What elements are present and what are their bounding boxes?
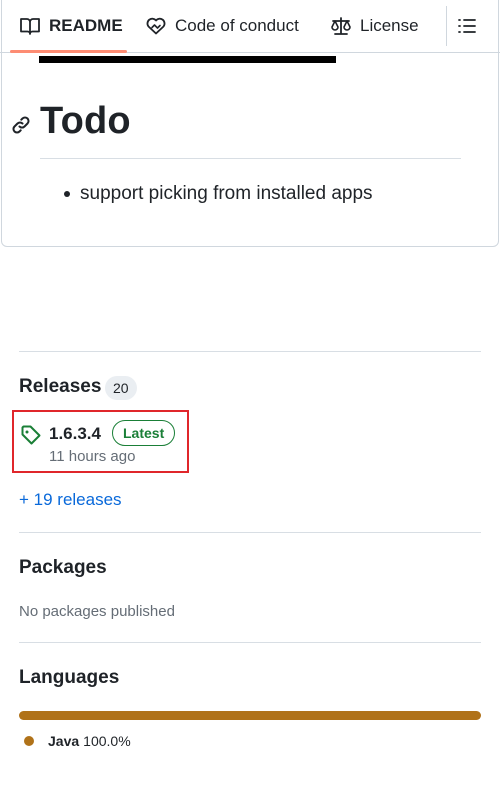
packages-empty-text: No packages published bbox=[19, 603, 175, 620]
section-divider bbox=[19, 351, 481, 352]
tab-license[interactable]: License bbox=[330, 0, 419, 52]
code-of-conduct-heart-icon bbox=[145, 15, 167, 37]
latest-badge: Latest bbox=[112, 420, 176, 446]
language-name: Java bbox=[48, 733, 80, 749]
readme-tabbar: README Code of conduct License bbox=[0, 0, 500, 53]
list-outline-icon bbox=[456, 15, 478, 37]
language-percent: 100.0% bbox=[83, 733, 131, 749]
list-item: support picking from installed apps bbox=[64, 183, 373, 205]
language-color-dot bbox=[24, 736, 34, 746]
releases-title[interactable]: Releases bbox=[19, 376, 101, 398]
bullet-dot bbox=[64, 191, 70, 197]
release-time: 11 hours ago bbox=[49, 448, 136, 465]
tab-separator bbox=[446, 6, 447, 46]
section-divider bbox=[19, 642, 481, 643]
law-scale-icon bbox=[330, 15, 352, 37]
active-tab-underline bbox=[10, 50, 127, 53]
tab-license-label: License bbox=[360, 16, 419, 35]
packages-title[interactable]: Packages bbox=[19, 557, 107, 579]
tab-readme-label: README bbox=[49, 16, 123, 35]
list-item-text: support picking from installed apps bbox=[80, 183, 373, 204]
redacted-content bbox=[39, 56, 336, 63]
link-icon[interactable] bbox=[10, 114, 32, 136]
release-version-link[interactable]: 1.6.3.4 bbox=[49, 424, 101, 444]
readme-heading: Todo bbox=[40, 100, 131, 142]
heading-divider bbox=[40, 158, 461, 159]
languages-title: Languages bbox=[19, 667, 120, 688]
releases-count-badge: 20 bbox=[105, 376, 137, 400]
more-releases-link[interactable]: + 19 releases bbox=[19, 490, 122, 510]
section-divider bbox=[19, 532, 481, 533]
outline-button[interactable] bbox=[452, 0, 482, 52]
tab-code-of-conduct[interactable]: Code of conduct bbox=[145, 0, 299, 52]
language-item[interactable]: Java 100.0% bbox=[24, 733, 131, 749]
tag-icon bbox=[20, 424, 42, 446]
book-icon bbox=[19, 15, 41, 37]
tab-conduct-label: Code of conduct bbox=[175, 16, 299, 35]
language-bar bbox=[19, 711, 481, 720]
tab-readme[interactable]: README bbox=[19, 0, 123, 52]
